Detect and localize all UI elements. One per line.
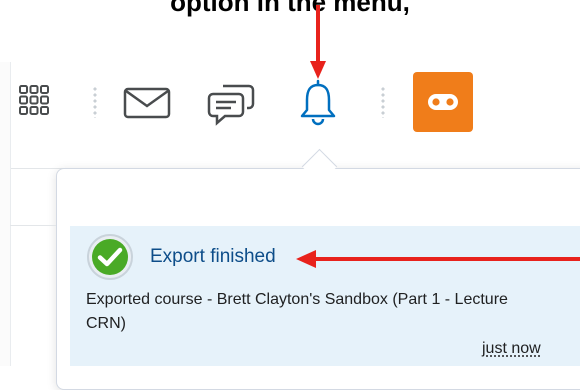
navbar: [0, 62, 580, 169]
mail-icon[interactable]: [122, 83, 172, 123]
chat-icon[interactable]: [205, 79, 257, 127]
nav-divider: [381, 86, 385, 118]
notification-timestamp: just now: [482, 340, 541, 357]
app-grid-icon[interactable]: [14, 80, 54, 120]
nav-divider: [93, 86, 97, 118]
instruction-caption: option in the menu,: [170, 0, 410, 17]
impersonate-button[interactable]: [413, 72, 473, 132]
page-left-edge: [0, 62, 11, 366]
page-separator: [10, 225, 56, 226]
check-circle-icon: [86, 233, 134, 281]
notification-title[interactable]: Export finished: [150, 246, 276, 268]
bell-icon[interactable]: [296, 76, 340, 128]
mask-icon: [428, 94, 458, 110]
annotation-arrow-down: [310, 5, 326, 79]
annotation-arrow-left: [296, 250, 580, 268]
notification-message: Exported course - Brett Clayton's Sandbo…: [86, 291, 508, 332]
